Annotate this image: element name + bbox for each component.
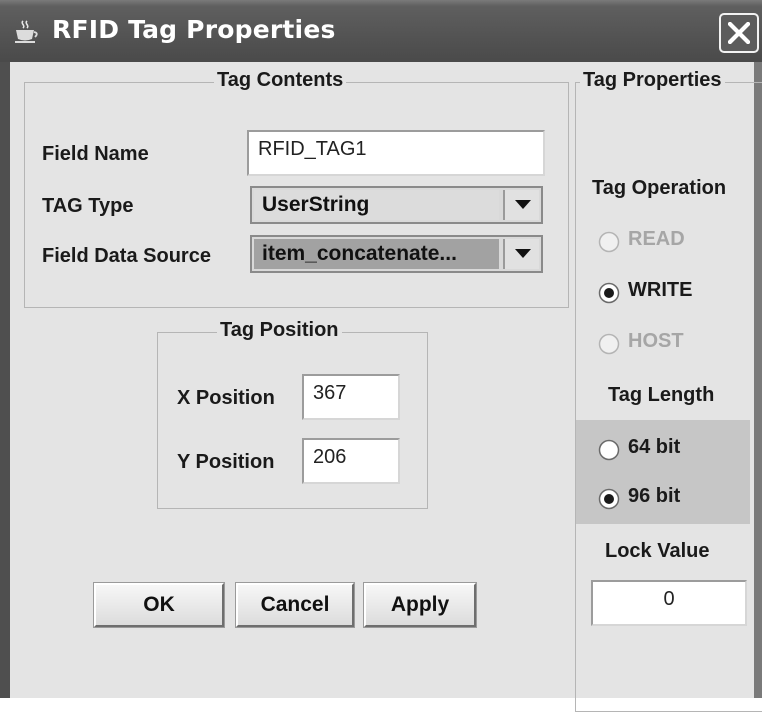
chevron-down-icon <box>515 200 531 209</box>
tag-contents-legend: Tag Contents <box>214 69 347 92</box>
radio-host[interactable]: HOST <box>598 329 718 359</box>
window-border-left <box>0 62 10 698</box>
tag-type-dropdown-button[interactable] <box>503 190 539 220</box>
radio-button-icon <box>598 333 620 355</box>
radio-button-icon <box>598 439 620 461</box>
tag-type-value: UserString <box>254 190 499 220</box>
rfid-tag-properties-dialog: RFID Tag Properties Tag Contents Field N… <box>0 0 762 712</box>
tag-properties-legend: Tag Properties <box>580 69 725 92</box>
field-name-label: Field Name <box>42 143 149 165</box>
field-data-source-combobox[interactable]: item_concatenate... <box>250 235 543 273</box>
radio-read[interactable]: READ <box>598 227 718 257</box>
tag-operation-label: Tag Operation <box>592 177 727 199</box>
x-position-input[interactable]: 367 <box>302 374 400 420</box>
x-position-label: X Position <box>177 387 275 409</box>
tag-type-label: TAG Type <box>42 195 134 217</box>
java-cup-icon <box>12 20 40 44</box>
radio-write-label: WRITE <box>628 279 693 301</box>
tag-position-legend: Tag Position <box>217 319 342 342</box>
lock-value-input[interactable]: 0 <box>591 580 747 626</box>
tag-length-label: Tag Length <box>608 384 715 406</box>
radio-button-icon <box>598 231 620 253</box>
radio-read-label: READ <box>628 228 685 250</box>
field-data-source-value: item_concatenate... <box>254 239 499 269</box>
y-position-input[interactable]: 206 <box>302 438 400 484</box>
chevron-down-icon <box>515 249 531 258</box>
field-data-source-label: Field Data Source <box>42 245 211 267</box>
radio-96-bit-label: 96 bit <box>628 485 681 507</box>
radio-host-label: HOST <box>628 330 684 352</box>
tag-type-combobox[interactable]: UserString <box>250 186 543 224</box>
title-bar[interactable]: RFID Tag Properties <box>0 0 762 62</box>
close-icon <box>728 22 750 44</box>
apply-button[interactable]: Apply <box>363 582 477 628</box>
cancel-button[interactable]: Cancel <box>235 582 355 628</box>
radio-64-bit-label: 64 bit <box>628 436 681 458</box>
radio-write[interactable]: WRITE <box>598 278 718 308</box>
lock-value-label: Lock Value <box>605 540 710 562</box>
radio-96-bit[interactable]: 96 bit <box>598 484 728 514</box>
field-name-input[interactable]: RFID_TAG1 <box>247 130 545 176</box>
window-title: RFID Tag Properties <box>52 15 336 44</box>
close-button[interactable] <box>719 13 759 53</box>
field-data-source-dropdown-button[interactable] <box>503 239 539 269</box>
radio-64-bit[interactable]: 64 bit <box>598 435 728 465</box>
radio-button-icon <box>598 282 620 304</box>
radio-button-icon <box>598 488 620 510</box>
ok-button[interactable]: OK <box>93 582 225 628</box>
y-position-label: Y Position <box>177 451 275 473</box>
